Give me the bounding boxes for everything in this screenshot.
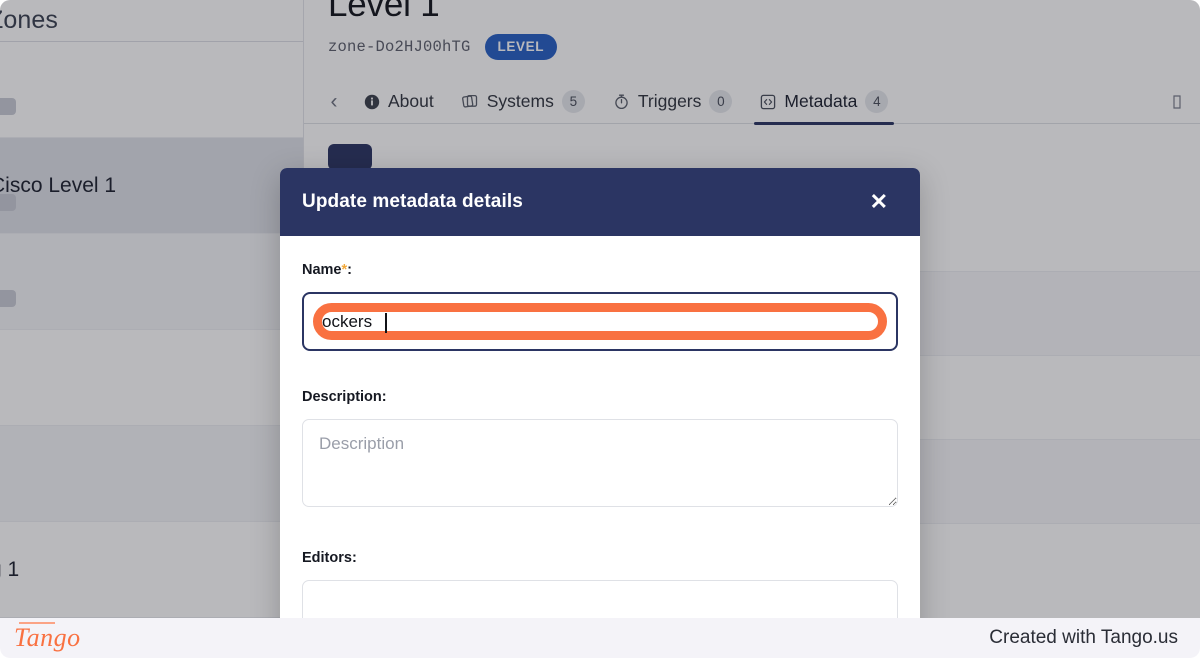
name-input-wrapper [302, 292, 898, 351]
modal-title: Update metadata details [302, 191, 523, 212]
tango-logo: Tango [14, 622, 81, 652]
description-textarea[interactable] [302, 419, 898, 507]
app-root: Zones Cisco Level 1 g 1 [0, 0, 1200, 658]
editors-field-label: Editors: [302, 550, 357, 566]
footer-credit: Created with Tango.us [989, 627, 1178, 648]
name-label-text: Name [302, 262, 342, 278]
description-field: Description: [302, 389, 898, 512]
description-field-label: Description: [302, 389, 387, 405]
update-metadata-modal: Update metadata details ✕ Name*: Descrip… [280, 168, 920, 658]
name-label-colon: : [347, 262, 352, 278]
name-input[interactable] [316, 311, 884, 332]
close-icon[interactable]: ✕ [864, 187, 894, 217]
modal-body: Name*: Description: Editors: [280, 236, 920, 658]
name-field-label: Name*: [302, 262, 898, 278]
text-cursor [385, 313, 387, 333]
tango-footer: Tango Created with Tango.us [0, 618, 1200, 658]
modal-header: Update metadata details ✕ [280, 168, 920, 236]
